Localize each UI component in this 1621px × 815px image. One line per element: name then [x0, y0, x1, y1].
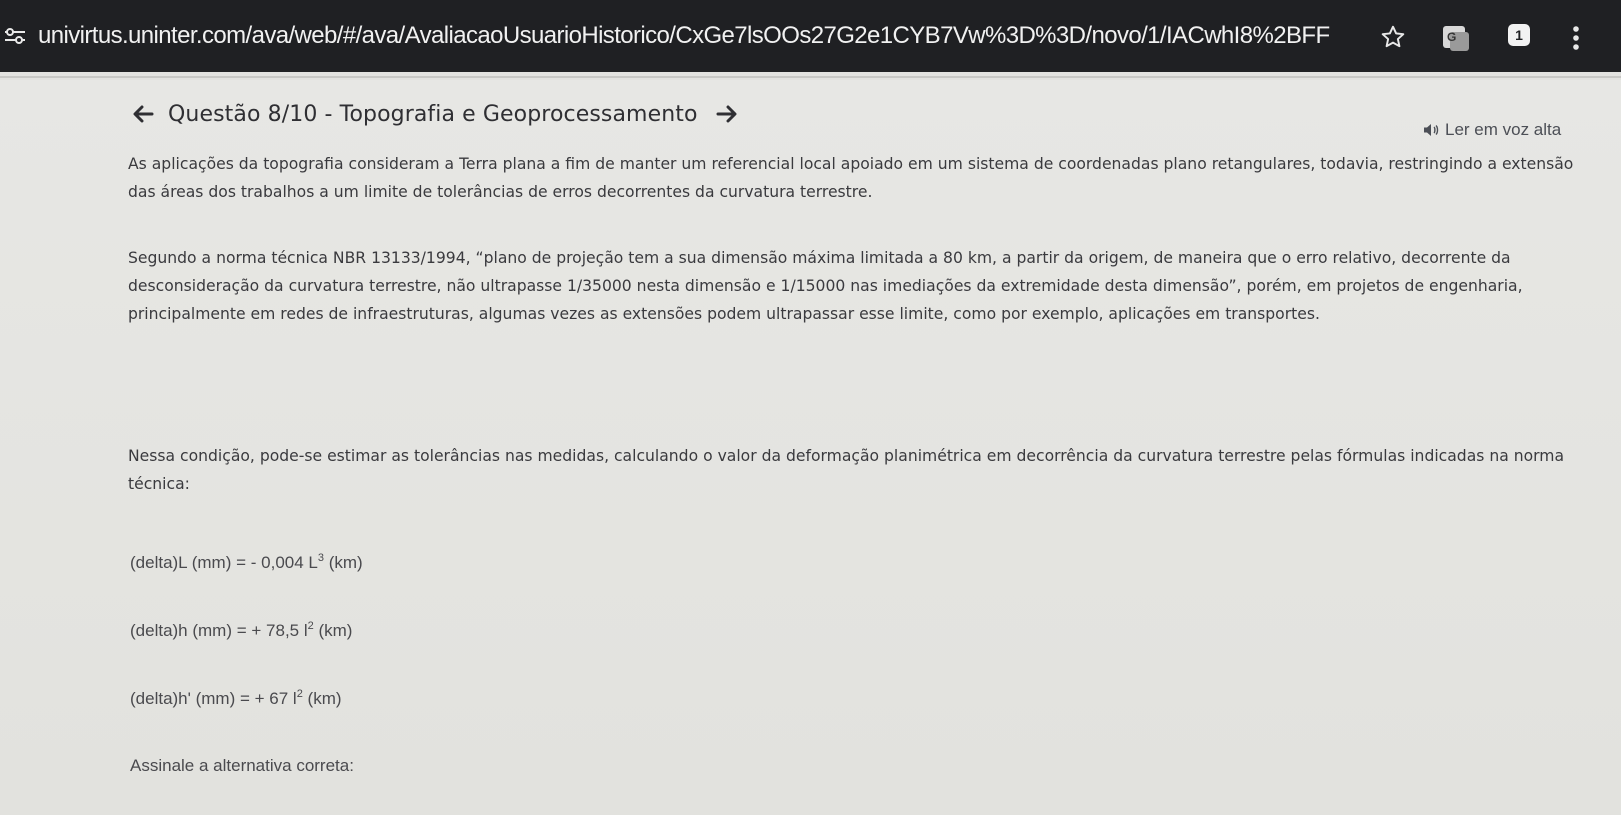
- formula-unit: (km): [323, 553, 363, 572]
- formula-text: (delta)h' (mm) = + 67 l: [130, 689, 297, 708]
- previous-question-arrow-icon[interactable]: [130, 101, 156, 127]
- question-panel: Questão 8/10 - Topografia e Geoprocessam…: [0, 80, 1621, 815]
- url-field[interactable]: univirtus.uninter.com/ava/web/#/ava/Aval…: [38, 0, 1330, 72]
- svg-text:1: 1: [1515, 27, 1523, 43]
- formula-unit: (km): [313, 621, 353, 640]
- question-paragraph: Segundo a norma técnica NBR 13133/1994, …: [128, 249, 1523, 323]
- top-divider: [0, 76, 1621, 78]
- read-aloud-label: Ler em voz alta: [1445, 120, 1562, 139]
- read-aloud-button[interactable]: Ler em voz alta: [1423, 120, 1561, 140]
- question-paragraph: As aplicações da topografia consideram a…: [128, 155, 1574, 201]
- question-title: Questão 8/10 - Topografia e Geoprocessam…: [168, 101, 698, 127]
- star-icon[interactable]: [1378, 22, 1408, 52]
- question-header: Questão 8/10 - Topografia e Geoprocessam…: [130, 96, 740, 132]
- next-question-arrow-icon[interactable]: [714, 101, 740, 127]
- extension-badge-icon[interactable]: 1: [1506, 22, 1532, 48]
- formula-unit: (km): [302, 689, 342, 708]
- formula-text: (delta)L (mm) = - 0,004 L: [130, 553, 318, 572]
- speaker-icon: [1424, 124, 1439, 136]
- answer-prompt: Assinale a alternativa correta:: [130, 756, 354, 775]
- page: univirtus.uninter.com/ava/web/#/ava/Aval…: [0, 0, 1621, 815]
- kebab-menu-icon[interactable]: [1568, 22, 1584, 54]
- svg-text:G: G: [1447, 30, 1456, 44]
- browser-address-bar: univirtus.uninter.com/ava/web/#/ava/Aval…: [0, 0, 1621, 72]
- formula-text: (delta)h (mm) = + 78,5 l: [130, 621, 308, 640]
- formula-delta-h-prime: (delta)h' (mm) = + 67 l2 (km): [130, 688, 342, 709]
- formula-delta-h: (delta)h (mm) = + 78,5 l2 (km): [130, 620, 352, 641]
- google-translate-icon[interactable]: G: [1440, 22, 1472, 54]
- site-settings-icon[interactable]: [2, 27, 28, 45]
- question-paragraph: Nessa condição, pode-se estimar as toler…: [128, 447, 1565, 493]
- formula-delta-l: (delta)L (mm) = - 0,004 L3 (km): [130, 552, 363, 573]
